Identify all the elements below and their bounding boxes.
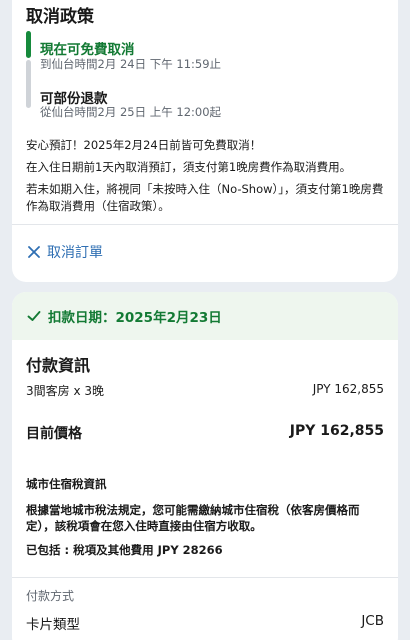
divider	[12, 577, 398, 578]
partial-refund-start: 從仙台時間2月 25日 上午 12:00起	[40, 105, 222, 119]
card-type-label: 卡片類型	[26, 617, 80, 633]
charge-date-banner: 扣款日期：2025年2月23日	[12, 292, 398, 340]
city-tax-title: 城市住宿稅資訊	[26, 477, 107, 491]
divider	[12, 224, 398, 225]
free-cancel-title: 現在可免費取消	[40, 42, 135, 58]
taxes-included-text: 已包括 : 稅項及其他費用 JPY 28266	[26, 543, 223, 557]
free-cancel-timeline-bar	[26, 31, 31, 58]
close-icon	[28, 246, 40, 258]
late-cancel-fee-notice: 在入住日期前1天內取消預訂，須支付第1晚房費作為取消費用。	[26, 160, 352, 174]
rooms-price-value: JPY 162,855	[312, 382, 384, 396]
city-tax-description: 根據當地城市稅法規定，您可能需繳納城市住宿稅（依客房價格而定），該稅項會在您入住…	[26, 503, 360, 533]
free-cancel-notice: 安心預訂！2025年2月24日前皆可免費取消！	[26, 138, 262, 152]
payment-info-card: 扣款日期：2025年2月23日 付款資訊 3間客房 x 3晚 JPY 162,8…	[12, 292, 398, 640]
payment-info-title: 付款資訊	[26, 356, 91, 375]
card-type-value: JCB	[361, 613, 384, 629]
payment-method-title: 付款方式	[26, 589, 75, 603]
rooms-price-row: 3間客房 x 3晚 JPY 162,855	[26, 382, 384, 399]
check-icon	[27, 311, 41, 321]
partial-refund-timeline-bar	[26, 60, 31, 108]
charge-date-text: 扣款日期：2025年2月23日	[48, 310, 222, 326]
free-cancel-deadline: 到仙台時間2月 24日 下午 11:59止	[40, 57, 222, 71]
cancel-booking-button[interactable]: 取消訂單	[26, 242, 103, 262]
cancellation-policy-card: 取消政策 現在可免費取消 到仙台時間2月 24日 下午 11:59止 可部份退款…	[12, 0, 398, 282]
card-type-row: 卡片類型 JCB	[26, 613, 384, 633]
no-show-fee-notice: 若未如期入住，將視同「未按時入住（No-Show）」，須支付第1晚房費作為取消費…	[26, 182, 384, 213]
cancel-booking-label: 取消訂單	[47, 245, 103, 261]
rooms-nights-label: 3間客房 x 3晚	[26, 384, 105, 398]
cancellation-policy-title: 取消政策	[26, 7, 94, 27]
current-price-value: JPY 162,855	[289, 423, 384, 439]
current-price-label: 目前價格	[26, 426, 82, 442]
current-price-row: 目前價格 JPY 162,855	[26, 423, 384, 443]
